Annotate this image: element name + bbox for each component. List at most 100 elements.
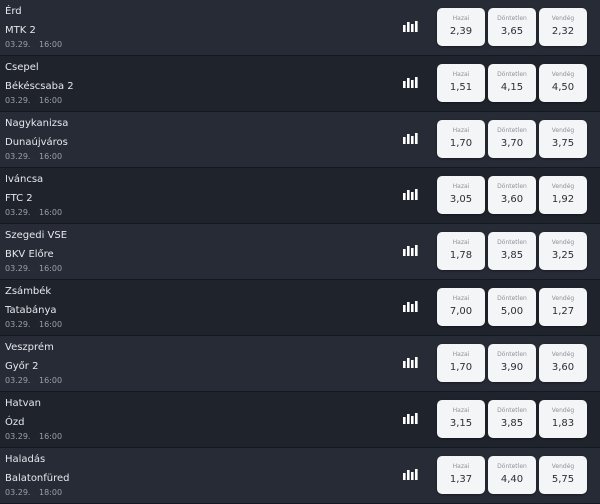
home-win-odds-button[interactable]: Hazai 1,37 [437,456,485,494]
match-datetime: 03.29. 16:00 [5,320,62,330]
odds-label: Vendég [551,127,575,134]
match-datetime: 03.29. 18:00 [5,488,62,498]
away-team-name: Győr 2 [5,361,39,372]
odds-value: 3,85 [500,250,524,261]
match-list: Érd MTK 2 03.29. 16:00 Hazai 2,39 Döntet… [0,0,600,504]
odds-label: Hazai [452,351,470,358]
home-team-name: Iváncsa [5,174,44,185]
odds-label: Hazai [452,463,470,470]
home-win-odds-button[interactable]: Hazai 7,00 [437,288,485,326]
odds-value: 3,85 [500,418,524,429]
home-team-name: Érd [5,6,22,17]
home-team-name: Szegedi VSE [5,230,68,241]
bar-chart-icon[interactable] [403,189,418,200]
away-win-odds-button[interactable]: Vendég 1,83 [539,400,587,438]
bar-chart-icon[interactable] [403,301,418,312]
odds-value: 3,70 [500,138,524,149]
draw-odds-button[interactable]: Döntetlen 4,15 [488,64,536,102]
match-row: Haladás Balatonfüred 03.29. 18:00 Hazai … [0,448,600,504]
away-win-odds-button[interactable]: Vendég 5,75 [539,456,587,494]
away-win-odds-button[interactable]: Vendég 2,32 [539,8,587,46]
odds-label: Döntetlen [497,295,527,302]
away-win-odds-button[interactable]: Vendég 3,25 [539,232,587,270]
draw-odds-button[interactable]: Döntetlen 3,85 [488,232,536,270]
home-win-odds-button[interactable]: Hazai 2,39 [437,8,485,46]
draw-odds-button[interactable]: Döntetlen 3,65 [488,8,536,46]
home-win-odds-button[interactable]: Hazai 1,51 [437,64,485,102]
odds-label: Hazai [452,71,470,78]
match-datetime: 03.29. 16:00 [5,264,62,274]
odds-label: Hazai [452,127,470,134]
draw-odds-button[interactable]: Döntetlen 5,00 [488,288,536,326]
odds-label: Hazai [452,183,470,190]
home-win-odds-button[interactable]: Hazai 3,15 [437,400,485,438]
home-team-name: Haladás [5,454,46,465]
match-time: 16:00 [39,96,63,105]
draw-odds-button[interactable]: Döntetlen 3,60 [488,176,536,214]
odds-value: 3,75 [551,138,575,149]
match-time: 16:00 [39,40,63,49]
bar-chart-icon[interactable] [403,357,418,368]
match-row: Érd MTK 2 03.29. 16:00 Hazai 2,39 Döntet… [0,0,600,56]
away-win-odds-button[interactable]: Vendég 4,50 [539,64,587,102]
odds-value: 3,60 [500,194,524,205]
odds-label: Vendég [551,295,575,302]
match-date: 03.29. [5,40,31,49]
bar-chart-icon[interactable] [403,469,418,480]
draw-odds-button[interactable]: Döntetlen 3,70 [488,120,536,158]
odds-value: 4,40 [500,474,524,485]
odds-label: Vendég [551,183,575,190]
match-datetime: 03.29. 16:00 [5,376,62,386]
away-win-odds-button[interactable]: Vendég 1,27 [539,288,587,326]
match-row: Zsámbék Tatabánya 03.29. 16:00 Hazai 7,0… [0,280,600,336]
odds-value: 1,83 [551,418,575,429]
home-team-name: Zsámbék [5,286,52,297]
draw-odds-button[interactable]: Döntetlen 4,40 [488,456,536,494]
match-datetime: 03.29. 16:00 [5,152,62,162]
match-datetime: 03.29. 16:00 [5,96,62,106]
match-row: Csepel Békéscsaba 2 03.29. 16:00 Hazai 1… [0,56,600,112]
home-team-name: Hatvan [5,398,41,409]
bar-chart-icon[interactable] [403,245,418,256]
match-time: 16:00 [39,432,63,441]
draw-odds-button[interactable]: Döntetlen 3,90 [488,344,536,382]
odds-label: Döntetlen [497,407,527,414]
odds-value: 2,39 [449,26,473,37]
odds-value: 1,70 [449,138,473,149]
odds-value: 1,78 [449,250,473,261]
home-win-odds-button[interactable]: Hazai 1,70 [437,344,485,382]
match-datetime: 03.29. 16:00 [5,432,62,442]
away-team-name: Dunaújváros [5,137,68,148]
odds-label: Hazai [452,295,470,302]
home-team-name: Nagykanizsa [5,118,69,129]
home-win-odds-button[interactable]: Hazai 1,70 [437,120,485,158]
match-row: Iváncsa FTC 2 03.29. 16:00 Hazai 3,05 Dö… [0,168,600,224]
match-date: 03.29. [5,152,31,161]
away-team-name: Tatabánya [5,305,57,316]
bar-chart-icon[interactable] [403,77,418,88]
odds-label: Döntetlen [497,71,527,78]
odds-value: 5,75 [551,474,575,485]
draw-odds-button[interactable]: Döntetlen 3,85 [488,400,536,438]
home-win-odds-button[interactable]: Hazai 3,05 [437,176,485,214]
away-team-name: Balatonfüred [5,473,70,484]
bar-chart-icon[interactable] [403,413,418,424]
odds-label: Döntetlen [497,239,527,246]
away-win-odds-button[interactable]: Vendég 3,60 [539,344,587,382]
match-row: Nagykanizsa Dunaújváros 03.29. 16:00 Haz… [0,112,600,168]
away-win-odds-button[interactable]: Vendég 1,92 [539,176,587,214]
match-date: 03.29. [5,432,31,441]
match-date: 03.29. [5,264,31,273]
odds-label: Vendég [551,351,575,358]
odds-value: 1,37 [449,474,473,485]
match-date: 03.29. [5,376,31,385]
bar-chart-icon[interactable] [403,21,418,32]
odds-value: 2,32 [551,26,575,37]
bar-chart-icon[interactable] [403,133,418,144]
away-team-name: FTC 2 [5,193,33,204]
odds-label: Hazai [452,15,470,22]
away-win-odds-button[interactable]: Vendég 3,75 [539,120,587,158]
match-datetime: 03.29. 16:00 [5,208,62,218]
away-team-name: Ózd [5,417,25,428]
home-win-odds-button[interactable]: Hazai 1,78 [437,232,485,270]
